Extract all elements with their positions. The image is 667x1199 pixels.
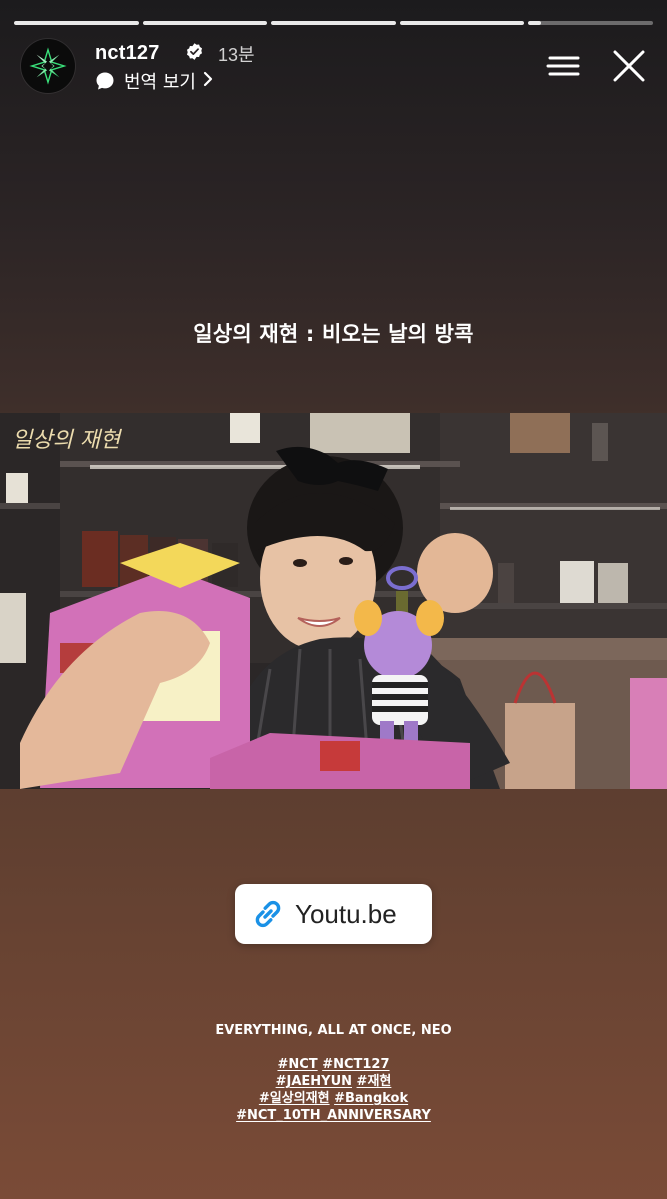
progress-fill bbox=[142, 21, 268, 25]
time-ago: 13분 bbox=[218, 45, 255, 65]
progress-fill bbox=[399, 21, 525, 25]
progress-fill bbox=[528, 21, 541, 25]
progress-segment bbox=[14, 21, 139, 25]
hashtag-link[interactable]: #NCT bbox=[277, 1057, 317, 1072]
hashtag-row: #NCT_10TH_ANNIVERSARY bbox=[0, 1107, 667, 1124]
close-icon[interactable] bbox=[612, 49, 646, 83]
progress-segment bbox=[528, 21, 653, 25]
caption-line: EVERYTHING, ALL AT ONCE, NEO bbox=[215, 1023, 452, 1038]
story-progress bbox=[14, 21, 653, 25]
translate-label: 번역 보기 bbox=[124, 72, 196, 93]
translate-button[interactable]: 번역 보기 bbox=[95, 68, 213, 94]
story-photo: 일상의 재현 bbox=[0, 413, 667, 789]
link-label: Youtu.be bbox=[295, 898, 397, 929]
progress-fill bbox=[271, 21, 396, 25]
progress-segment bbox=[399, 21, 525, 25]
menu-icon[interactable] bbox=[546, 54, 582, 78]
hashtag-link[interactable]: #재현 bbox=[357, 1074, 392, 1089]
hashtag-link[interactable]: #JAEHYUN bbox=[276, 1074, 352, 1089]
link-sticker[interactable]: Youtu.be bbox=[235, 884, 432, 944]
hashtag-link[interactable]: #일상의재현 bbox=[259, 1091, 330, 1106]
username[interactable]: nct127 bbox=[95, 42, 160, 65]
hashtag-row: #NCT #NCT127 bbox=[0, 1056, 667, 1073]
hashtag-link[interactable]: #NCT127 bbox=[322, 1057, 389, 1072]
chevron-right-icon bbox=[203, 71, 213, 92]
photo-illustration: 일상의 재현 bbox=[0, 413, 667, 789]
verified-badge-icon bbox=[186, 43, 203, 60]
story-caption: EVERYTHING, ALL AT ONCE, NEO #NCT #NCT12… bbox=[0, 1022, 667, 1124]
hashtag-link[interactable]: #NCT_10TH_ANNIVERSARY bbox=[236, 1108, 431, 1123]
photo-overlay-text: 일상의 재현 bbox=[12, 428, 123, 453]
hashtag-row: #일상의재현 #Bangkok bbox=[0, 1090, 667, 1107]
progress-segment bbox=[142, 21, 268, 25]
avatar[interactable] bbox=[21, 39, 75, 93]
link-icon bbox=[255, 900, 281, 928]
nct-logo-icon bbox=[29, 47, 67, 85]
story-header: nct127 13분 번역 보기 bbox=[21, 39, 646, 95]
hashtag-list: #NCT #NCT127 #JAEHYUN #재현 #일상의재현 #Bangkok #… bbox=[0, 1056, 667, 1124]
story-title: 일상의 재현 : 비오는 날의 방콕 bbox=[193, 322, 474, 346]
progress-segment bbox=[271, 21, 396, 25]
speech-bubble-icon bbox=[96, 72, 114, 90]
hashtag-row: #JAEHYUN #재현 bbox=[0, 1073, 667, 1090]
hashtag-link[interactable]: #Bangkok bbox=[334, 1091, 408, 1106]
progress-fill bbox=[14, 21, 139, 25]
